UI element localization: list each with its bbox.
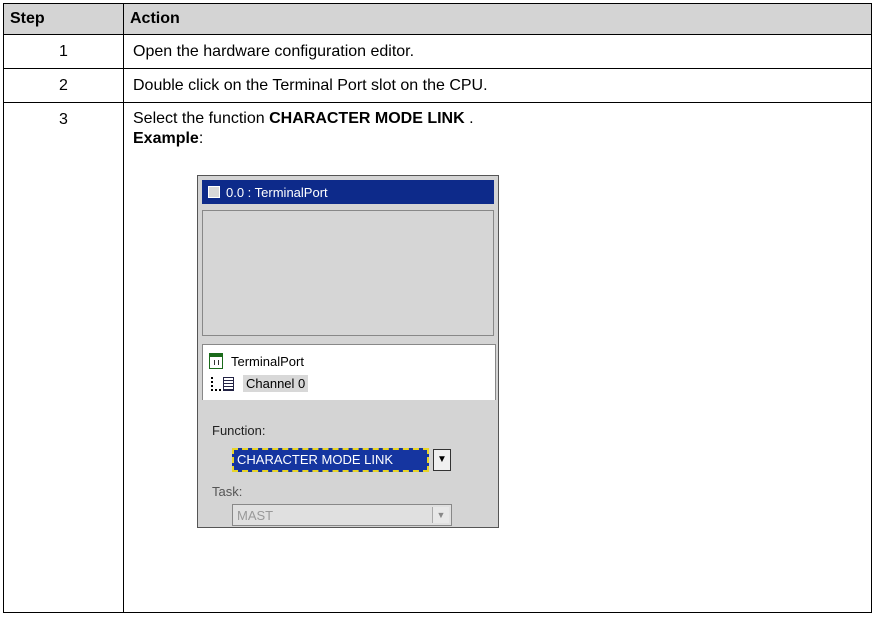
step-action: Open the hardware configuration editor. [123, 34, 872, 69]
step-number: 1 [3, 34, 124, 69]
task-value: MAST [237, 507, 274, 523]
tree-item-channel[interactable]: Channel 0 [209, 375, 309, 392]
window-title: 0.0 : TerminalPort [226, 184, 328, 200]
task-label: Task: [212, 484, 243, 499]
function-name: CHARACTER MODE LINK [269, 110, 465, 127]
header-step: Step [3, 3, 124, 35]
chevron-down-icon: ▼ [432, 507, 449, 523]
function-label: Function: [212, 423, 266, 438]
action-suffix: . [464, 110, 474, 127]
steps-table: Step Action 1 Open the hardware configur… [3, 3, 872, 613]
step-action-cell: Select the function CHARACTER MODE LINK … [123, 102, 872, 613]
task-dropdown[interactable]: MAST ▼ [232, 504, 452, 526]
example-colon: : [198, 130, 204, 147]
function-value[interactable]: CHARACTER MODE LINK [232, 448, 429, 472]
window-icon [208, 186, 220, 198]
module-image-area [202, 210, 494, 336]
config-screenshot: 0.0 : TerminalPort TerminalPort Channel … [197, 175, 499, 528]
example-line: Example: [133, 129, 871, 149]
channel-label: Channel 0 [243, 375, 309, 392]
step-action: Select the function CHARACTER MODE LINK … [133, 109, 871, 129]
step-number: 3 [3, 102, 124, 613]
window-title-bar: 0.0 : TerminalPort [202, 180, 494, 204]
header-action: Action [123, 3, 872, 35]
action-text: Select the function [133, 110, 270, 127]
function-dropdown[interactable]: CHARACTER MODE LINK ▼ [232, 448, 451, 472]
module-icon [209, 353, 223, 369]
tree-item-module[interactable]: TerminalPort [209, 353, 304, 369]
example-label: Example [133, 130, 199, 147]
channel-icon [209, 376, 235, 391]
channel-tree: TerminalPort Channel 0 [202, 344, 496, 400]
chevron-down-icon[interactable]: ▼ [433, 449, 451, 471]
step-action: Double click on the Terminal Port slot o… [123, 68, 872, 103]
module-label: TerminalPort [231, 353, 304, 369]
step-number: 2 [3, 68, 124, 103]
